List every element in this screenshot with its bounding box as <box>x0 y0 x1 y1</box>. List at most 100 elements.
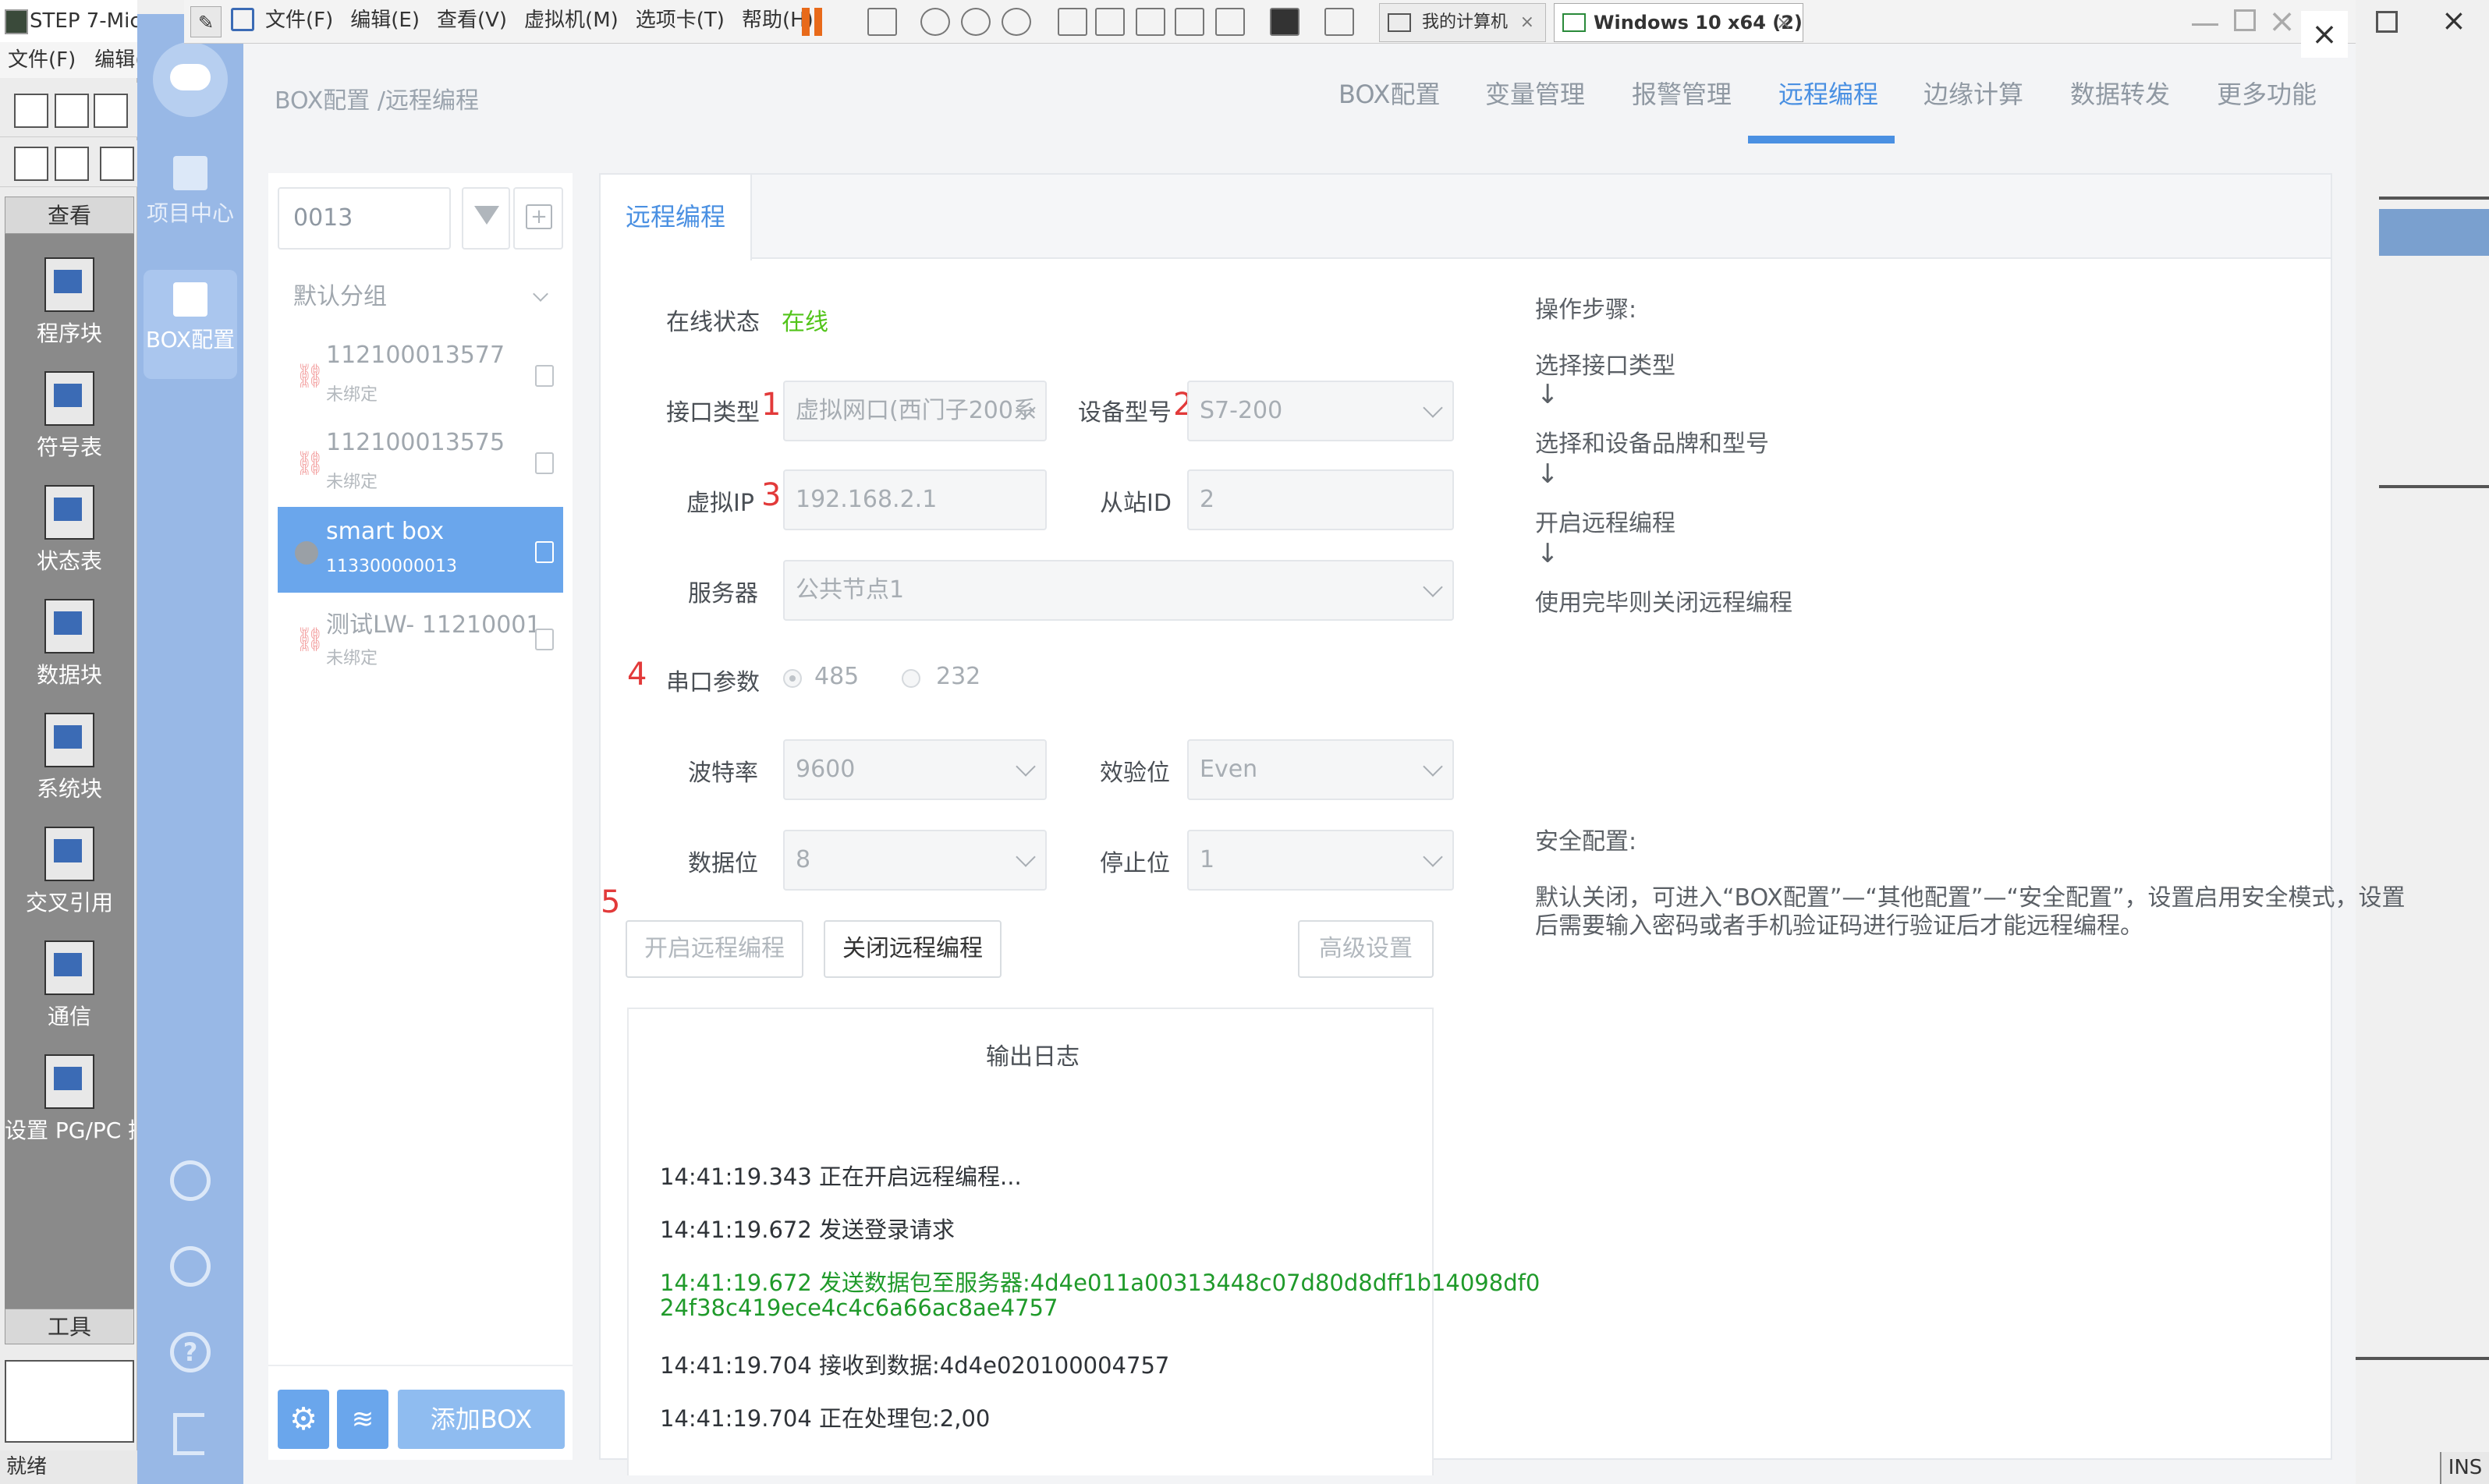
ladder-icon[interactable] <box>14 147 48 181</box>
group-header[interactable]: 默认分组 <box>278 268 563 326</box>
wifi-button[interactable]: ≋ <box>337 1390 388 1449</box>
step7-menu-file[interactable]: 文件(F) <box>8 48 76 72</box>
vm-menu-view[interactable]: 查看(V) <box>437 9 507 32</box>
pin-icon[interactable]: ✎ <box>190 6 222 37</box>
globe-icon[interactable] <box>170 1246 211 1287</box>
vm-menu-edit[interactable]: 编辑(E) <box>350 9 420 32</box>
step7-nav-data-block[interactable]: 数据块 <box>5 599 134 689</box>
search-input[interactable]: 0013 <box>278 187 451 250</box>
chevron-down-icon <box>533 286 548 302</box>
parity-select[interactable]: Even <box>1187 739 1454 800</box>
send-keys-icon[interactable] <box>867 8 897 36</box>
add-box-button[interactable]: 添加BOX <box>398 1390 565 1449</box>
data-bits-select[interactable]: 8 <box>783 830 1047 891</box>
step7-nav-pgpc[interactable]: 设置 PG/PC 接口 <box>5 1054 134 1145</box>
close-icon[interactable]: × <box>2268 2 2296 40</box>
terminal-icon[interactable] <box>1270 8 1299 36</box>
sidebar-item-project-center[interactable]: 项目中心 <box>144 156 237 228</box>
logout-icon[interactable] <box>173 1413 204 1455</box>
restore-icon[interactable] <box>2376 11 2398 33</box>
vm-menu-vm[interactable]: 虚拟机(M) <box>524 9 619 32</box>
user-icon[interactable] <box>170 1160 211 1201</box>
copy-icon[interactable] <box>535 629 554 650</box>
virtual-ip-field[interactable]: 192.168.2.1 <box>783 469 1047 530</box>
tab-windows-vm[interactable]: Windows 10 x64 (2) × <box>1554 3 1803 42</box>
vm-menu-file[interactable]: 文件(F) <box>265 9 333 32</box>
vm-running-icon <box>1562 13 1586 32</box>
list-item[interactable]: ⛓ 112100013575 未绑定 <box>278 418 563 504</box>
slave-id-field[interactable]: 2 <box>1187 469 1454 530</box>
copy-icon[interactable] <box>535 541 554 563</box>
close-icon[interactable]: × <box>2441 3 2466 37</box>
add-group-button[interactable]: + <box>513 187 563 250</box>
help-icon[interactable]: ? <box>170 1332 211 1372</box>
server-select[interactable]: 公共节点1 <box>783 560 1454 621</box>
vm-menu-tabs[interactable]: 选项卡(T) <box>636 9 725 32</box>
tab-box-config[interactable]: BOX配置 <box>1338 75 1440 111</box>
advanced-settings-button[interactable]: 高级设置 <box>1298 920 1434 978</box>
radio-232[interactable] <box>902 669 920 688</box>
pause-icon[interactable] <box>799 8 827 36</box>
step7-nav-program-block[interactable]: 程序块 <box>5 257 134 348</box>
tab-remote-programming-inner[interactable]: 远程编程 <box>601 175 752 260</box>
step7-nav-symbol-table[interactable]: 符号表 <box>5 371 134 462</box>
maximize-icon[interactable] <box>2234 9 2256 31</box>
step7-nav-system-block[interactable]: 系统块 <box>5 713 134 803</box>
save-icon[interactable] <box>94 94 128 128</box>
unlinked-icon: ⛓ <box>295 363 325 390</box>
radio-485-label: 485 <box>814 663 860 690</box>
sidebar-item-box-config[interactable]: BOX配置 <box>144 282 237 354</box>
stop-bits-select[interactable]: 1 <box>1187 830 1454 891</box>
snapshot-manager-icon[interactable] <box>1002 8 1031 36</box>
tab-variable-mgmt[interactable]: 变量管理 <box>1485 75 1585 111</box>
settings-button[interactable]: ⚙ <box>278 1390 329 1449</box>
sidebar-toggle-icon[interactable] <box>1058 8 1087 36</box>
step-item: 选择和设备品牌和型号 <box>1535 430 1769 458</box>
snapshot-icon[interactable] <box>920 8 950 36</box>
fullscreen-icon[interactable] <box>1136 8 1165 36</box>
stretch-icon[interactable] <box>1324 8 1354 36</box>
step7-nav-bar: 程序块 符号表 状态表 数据块 系统块 交叉引用 通信 设置 PG/PC 接口 <box>5 234 134 1309</box>
device-model-select[interactable]: S7-200 <box>1187 381 1454 441</box>
virtual-ip-label: 虚拟IP <box>686 490 754 517</box>
close-icon[interactable]: × <box>1776 4 1792 41</box>
radio-485[interactable] <box>783 669 802 688</box>
chart-icon[interactable] <box>100 147 134 181</box>
copy-icon[interactable] <box>535 365 554 387</box>
console-view-icon[interactable] <box>1215 8 1245 36</box>
open-folder-icon[interactable] <box>55 94 89 128</box>
list-item[interactable]: ⛓ 112100013577 未绑定 <box>278 331 563 416</box>
tab-remote-programming[interactable]: 远程编程 <box>1778 75 1878 111</box>
app-close-button[interactable]: × <box>2301 11 2348 58</box>
copy-icon[interactable] <box>535 452 554 474</box>
open-remote-button[interactable]: 开启远程编程 <box>626 920 803 978</box>
step7-menu-edit[interactable]: 编辑( <box>94 48 137 72</box>
minimize-icon[interactable] <box>2192 23 2218 26</box>
baud-rate-select[interactable]: 9600 <box>783 739 1047 800</box>
step7-nav-comm[interactable]: 通信 <box>5 940 134 1031</box>
step7-status-bar: 就绪 <box>0 1450 137 1484</box>
new-file-icon[interactable] <box>14 94 48 128</box>
download-icon <box>173 282 207 317</box>
filter-button[interactable] <box>462 187 510 250</box>
log-line: 14:41:19.672 发送登录请求 <box>660 1217 956 1243</box>
tab-edge-compute[interactable]: 边缘计算 <box>1923 75 2023 111</box>
tab-my-computer[interactable]: 我的计算机 × <box>1379 3 1546 42</box>
list-item[interactable]: ⛓ 测试LW- 11210001... 未绑定 <box>278 594 563 680</box>
close-remote-button[interactable]: 关闭远程编程 <box>824 920 1002 978</box>
list-item-selected[interactable]: smart box 113300000013 <box>278 507 563 593</box>
thumbnail-icon[interactable] <box>1095 8 1125 36</box>
unity-icon[interactable] <box>1175 8 1204 36</box>
tab-more-features[interactable]: 更多功能 <box>2217 75 2317 111</box>
step7-tools-header: 工具 <box>5 1309 134 1344</box>
step7-nav-cross-ref[interactable]: 交叉引用 <box>5 827 134 917</box>
revert-snapshot-icon[interactable] <box>961 8 991 36</box>
step7-nav-status-chart[interactable]: 状态表 <box>5 485 134 576</box>
tab-alarm-mgmt[interactable]: 报警管理 <box>1632 75 1732 111</box>
tab-data-forward[interactable]: 数据转发 <box>2070 75 2170 111</box>
ladder-delete-icon[interactable] <box>55 147 89 181</box>
close-icon[interactable]: × <box>1520 4 1534 41</box>
cloud-icon <box>170 64 211 90</box>
interface-type-select[interactable]: 虚拟网口(西门子200系 <box>783 381 1047 441</box>
vm-menu-bar: 文件(F) 编辑(E) 查看(V) 虚拟机(M) 选项卡(T) 帮助(H) <box>265 0 831 44</box>
